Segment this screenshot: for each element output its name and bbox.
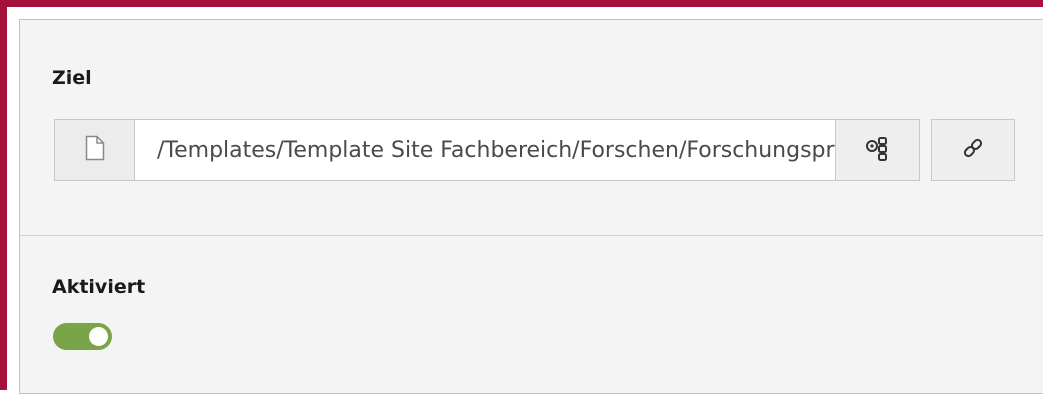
target-label: Ziel [52,67,92,89]
toggle-knob [89,327,108,346]
page-type-addon [54,119,134,181]
page-icon [85,135,105,165]
form-panel: Ziel /Templates/Template Site Fachbereic… [19,19,1043,394]
activated-label: Aktiviert [52,276,146,298]
target-input-group: /Templates/Template Site Fachbereich/For… [54,119,1015,181]
link-icon [961,136,985,164]
target-path-field[interactable]: /Templates/Template Site Fachbereich/For… [134,119,836,181]
page-tree-icon [865,135,891,165]
form-frame: Ziel /Templates/Template Site Fachbereic… [0,0,1043,394]
activated-toggle[interactable] [53,323,112,350]
section-divider [20,235,1043,236]
browse-pages-button[interactable] [836,119,920,181]
target-path-value: /Templates/Template Site Fachbereich/For… [157,137,836,163]
open-link-wizard-button[interactable] [931,119,1015,181]
